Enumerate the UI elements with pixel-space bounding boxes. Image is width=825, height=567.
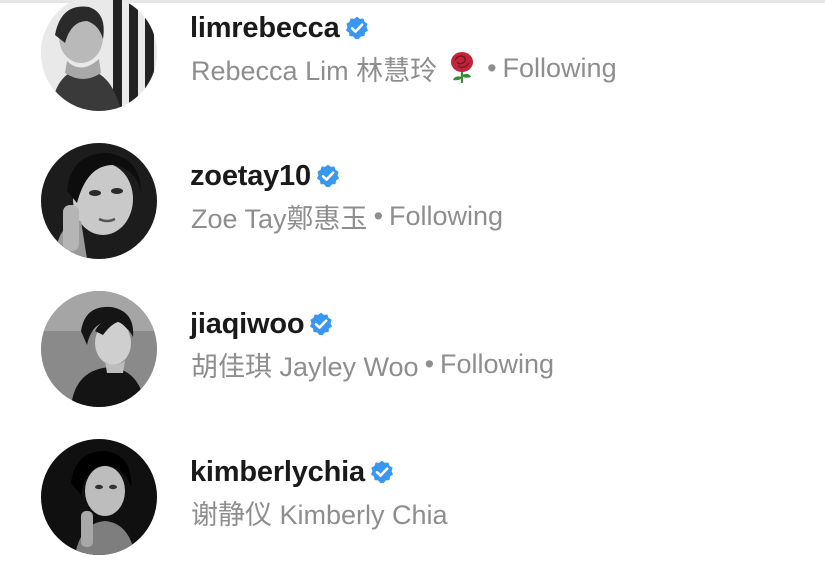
list-item[interactable]: zoetay10 Zoe Tay鄭惠玉 • Following <box>0 131 825 271</box>
avatar[interactable] <box>41 0 157 111</box>
profile-photo-icon <box>41 291 157 407</box>
username[interactable]: limrebecca <box>190 12 340 45</box>
avatar[interactable] <box>41 291 157 407</box>
follow-status: Following <box>389 200 504 231</box>
rose-icon <box>451 52 474 83</box>
profile-photo-icon <box>41 0 157 111</box>
profile-photo-icon <box>41 143 157 259</box>
display-name: Rebecca Lim 林慧玲 <box>191 55 438 86</box>
separator-dot: • <box>487 52 497 83</box>
list-item[interactable]: jiaqiwoo 胡佳琪 Jayley Woo • Following <box>0 279 825 419</box>
separator-dot: • <box>373 200 384 231</box>
username[interactable]: kimberlychia <box>190 456 365 489</box>
separator-dot: • <box>424 348 435 379</box>
verified-badge-icon <box>310 312 333 336</box>
avatar[interactable] <box>41 143 157 259</box>
display-name: 胡佳琪 Jayley Woo <box>191 351 419 382</box>
profile-photo-icon <box>41 439 157 555</box>
display-name: 谢静仪 Kimberly Chia <box>191 499 448 530</box>
verified-badge-icon <box>316 164 339 188</box>
list-item[interactable]: limrebecca Rebecca Lim 林慧玲 • Following <box>0 0 825 123</box>
display-name: Zoe Tay鄭惠玉 <box>191 203 368 234</box>
verified-badge-icon <box>345 16 368 40</box>
follow-status: Following <box>440 348 555 379</box>
username[interactable]: jiaqiwoo <box>190 308 305 341</box>
verified-badge-icon <box>370 460 393 484</box>
avatar[interactable] <box>41 439 157 555</box>
username[interactable]: zoetay10 <box>190 160 311 193</box>
list-item[interactable]: kimberlychia 谢静仪 Kimberly Chia <box>0 427 825 567</box>
follow-status: Following <box>502 52 617 83</box>
